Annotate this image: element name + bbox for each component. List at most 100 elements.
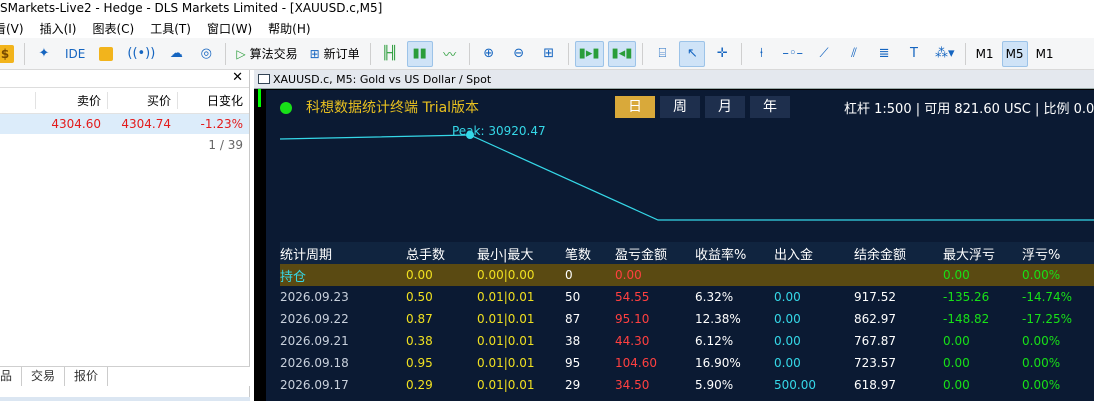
app-title: 科想数据统计终端 Trial版本	[306, 100, 480, 116]
period-selector: 日 周 月 年	[615, 96, 795, 118]
zoom-in-icon[interactable]: ⊕	[476, 41, 502, 67]
tab-symbols[interactable]: 品	[0, 367, 23, 386]
close-icon[interactable]: ✕	[232, 70, 243, 85]
text-icon[interactable]: T	[901, 41, 927, 67]
account-info: 杠杆 1:500 | 可用 821.60 USC | 比例 0.0	[844, 102, 1094, 117]
line-chart-icon[interactable]: 〰	[437, 41, 463, 67]
screenshot-icon[interactable]: ⌸	[649, 41, 675, 67]
menu-bar: 看(V) 插入(I) 图表(C) 工具(T) 窗口(W) 帮助(H)	[0, 18, 1094, 38]
sparkle-icon[interactable]: ✦	[31, 41, 57, 67]
cell-rate: 6.32%	[695, 290, 734, 304]
header-minmax: 最小|最大	[477, 247, 534, 263]
menu-tools[interactable]: 工具(T)	[150, 20, 191, 37]
menu-charts[interactable]: 图表(C)	[92, 20, 134, 37]
tab-quotes[interactable]: 报价	[65, 367, 109, 386]
timeframe-m15-button[interactable]: M1	[1032, 41, 1058, 67]
header-lots: 总手数	[406, 247, 446, 263]
col-change[interactable]: 日变化	[177, 92, 249, 109]
cell-float-pct: 0.00%	[1022, 378, 1061, 392]
shapes-icon[interactable]: ⁂▾	[931, 41, 959, 67]
cell-io: 0.00	[774, 356, 801, 370]
new-order-button[interactable]: ⊞ 新订单	[306, 41, 364, 67]
cell-max-float: 0.00	[943, 356, 970, 370]
toolbar-separator	[24, 42, 25, 65]
ide-label: IDE	[65, 46, 86, 61]
cell-minmax: 0.01|0.01	[477, 290, 535, 304]
zoom-out-icon[interactable]: ⊖	[506, 41, 532, 67]
horizontal-line-icon[interactable]: –◦–	[778, 41, 807, 67]
cell-pnl: 104.60	[615, 356, 657, 370]
holding-float-pct: 0.00%	[1022, 268, 1061, 282]
chart-shift-icon[interactable]: ▮◂▮	[607, 40, 637, 67]
cell-pnl: 34.50	[615, 378, 650, 392]
cell-minmax: 0.01|0.01	[477, 312, 535, 326]
cursor-icon[interactable]: ↖	[679, 40, 706, 67]
cell-max-float: 0.00	[943, 378, 970, 392]
fibonacci-icon[interactable]: ≣	[871, 41, 897, 67]
peak-label: Peak: 30920.47	[452, 124, 546, 138]
cell-balance: 767.87	[854, 334, 896, 348]
bag-icon[interactable]	[93, 41, 119, 67]
status-dot-icon	[280, 102, 292, 114]
equity-curve	[279, 131, 1094, 221]
dollar-icon[interactable]: $	[0, 41, 18, 67]
panel-scrollbar[interactable]	[0, 397, 250, 401]
col-bid[interactable]: 卖价	[35, 92, 107, 109]
autoscroll-icon[interactable]: ▮▸▮	[574, 40, 604, 67]
cell-balance: 723.57	[854, 356, 896, 370]
holding-pnl: 0.00	[615, 268, 642, 282]
cell-pnl: 54.55	[615, 290, 650, 304]
menu-window[interactable]: 窗口(W)	[207, 20, 252, 37]
ide-button[interactable]: IDE	[61, 41, 89, 67]
channel-icon[interactable]: ⫽	[841, 41, 867, 67]
tab-trade[interactable]: 交易	[22, 367, 66, 386]
timeframe-m5-button[interactable]: M5	[1001, 40, 1028, 67]
holding-lots: 0.00	[406, 268, 433, 282]
stats-panel: 科想数据统计终端 Trial版本 日 周 月 年 杠杆 1:500 | 可用 8…	[266, 90, 1094, 401]
vps-icon[interactable]: ◎	[193, 41, 219, 67]
vertical-line-icon[interactable]: ⍿	[748, 41, 774, 67]
trendline-icon[interactable]: ⟋	[811, 41, 837, 67]
toolbar-separator	[468, 42, 470, 65]
period-week-button[interactable]: 周	[660, 96, 700, 118]
holding-count: 0	[565, 268, 573, 282]
timeframe-label: M1	[975, 46, 994, 61]
cell-rate: 6.12%	[695, 334, 734, 348]
cell-max-float: -148.82	[943, 312, 990, 326]
stats-header: 科想数据统计终端 Trial版本 日 周 月 年 杠杆 1:500 | 可用 8…	[266, 90, 1094, 122]
cell-count: 50	[565, 290, 581, 304]
table-row: 2026.09.21 0.38 0.01|0.01 38 44.30 6.12% 0.00 7…	[280, 330, 1094, 352]
period-month-button[interactable]: 月	[705, 96, 745, 118]
pager: 1 / 39	[208, 138, 243, 152]
algo-trading-button[interactable]: ▷ 算法交易	[232, 41, 301, 67]
bid-value: 4304.60	[51, 117, 101, 131]
period-year-button[interactable]: 年	[750, 96, 790, 118]
panel-header: ✕	[0, 70, 249, 88]
col-ask[interactable]: 买价	[107, 92, 177, 109]
cell-io: 500.00	[774, 378, 816, 392]
crosshair-icon[interactable]: ✛	[709, 41, 735, 67]
table-row: 2026.09.22 0.87 0.01|0.01 87 95.10 12.38% 0.00…	[280, 308, 1094, 330]
market-watch-panel: ✕ 卖价 买价 日变化 4304.60 4304.74 -1.23% 1 / 3…	[0, 70, 250, 401]
toolbar-separator	[741, 42, 743, 65]
bar-chart-icon[interactable]: ╟╢	[377, 41, 403, 67]
cell-count: 29	[565, 378, 581, 392]
cell-pnl: 44.30	[615, 334, 650, 348]
new-order-label: 新订单	[323, 47, 360, 61]
cell-max-float: -135.26	[943, 290, 990, 304]
cell-date: 2026.09.18	[280, 356, 349, 370]
quote-row[interactable]: 4304.60 4304.74 -1.23%	[0, 114, 249, 134]
chart-window-title: XAUUSD.c, M5: Gold vs US Dollar / Spot	[273, 72, 492, 86]
cell-io: 0.00	[774, 334, 801, 348]
menu-view[interactable]: 看(V)	[0, 20, 24, 37]
period-day-button[interactable]: 日	[615, 96, 655, 118]
cell-count: 95	[565, 356, 581, 370]
menu-help[interactable]: 帮助(H)	[268, 20, 310, 37]
grid-icon[interactable]: ⊞	[536, 41, 562, 67]
signal-icon[interactable]: ((•))	[123, 41, 159, 67]
cell-minmax: 0.01|0.01	[477, 356, 535, 370]
candlestick-icon[interactable]: ▮▮	[406, 40, 433, 67]
cloud-icon[interactable]: ☁	[163, 41, 189, 67]
timeframe-m1-button[interactable]: M1	[972, 41, 998, 67]
menu-insert[interactable]: 插入(I)	[40, 20, 77, 37]
